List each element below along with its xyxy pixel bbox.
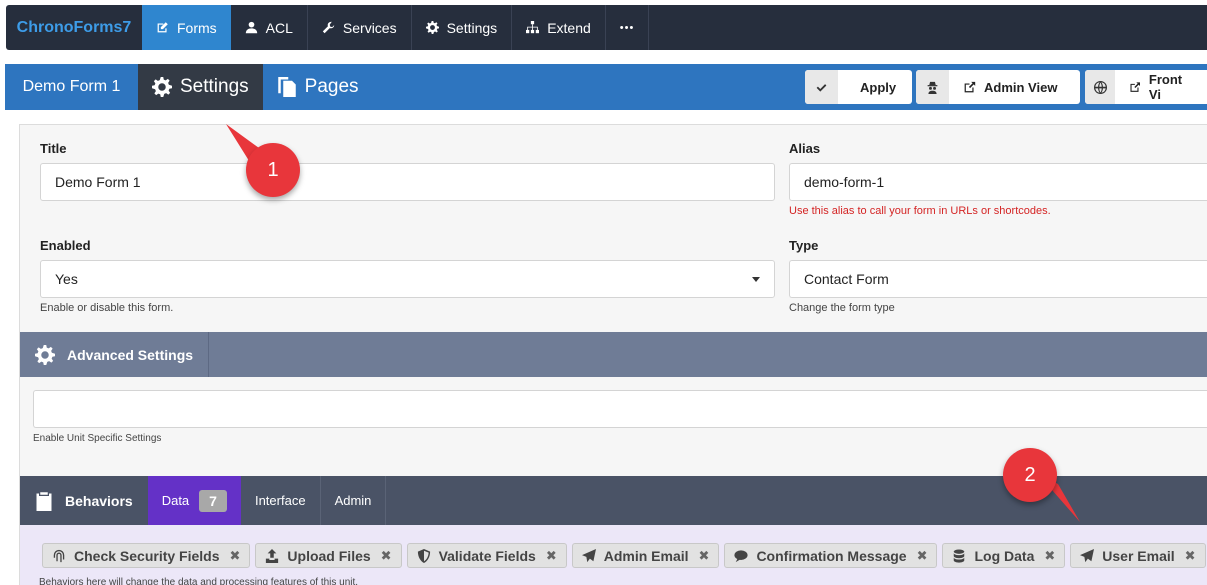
paper-plane-icon: [1080, 548, 1095, 562]
front-view-button-icon: [1085, 70, 1116, 104]
paper-plane-icon: [581, 548, 596, 562]
upload-icon: [266, 548, 279, 563]
enabled-select[interactable]: Yes: [40, 260, 775, 298]
shield-icon: [417, 548, 430, 563]
title-label: Title: [40, 141, 67, 156]
behavior-tag-upload-files[interactable]: Upload Files ✖: [255, 543, 402, 568]
unit-settings-input[interactable]: [33, 390, 1207, 428]
enabled-label: Enabled: [40, 238, 91, 253]
type-label: Type: [789, 238, 819, 253]
admin-view-button-icon: [916, 70, 949, 104]
tab-interface[interactable]: Interface: [241, 476, 321, 525]
tab-label: Pages: [304, 76, 359, 97]
behavior-tag-confirmation-message[interactable]: Confirmation Message ✖: [724, 543, 938, 568]
edit-icon: [157, 22, 168, 33]
nav-more-button[interactable]: •••: [606, 5, 650, 50]
title-input[interactable]: Demo Form 1: [40, 163, 775, 201]
tab-admin[interactable]: Admin: [321, 476, 387, 525]
behavior-tag-admin-email[interactable]: Admin Email ✖: [571, 543, 720, 568]
form-name: Demo Form 1: [22, 78, 121, 95]
alias-input[interactable]: demo-form-1: [789, 163, 1207, 201]
nav-item-label: ACL: [265, 19, 293, 36]
comment-icon: [734, 549, 748, 562]
type-help: Change the form type: [789, 302, 895, 314]
alias-label: Alias: [789, 141, 821, 156]
tab-data[interactable]: Data 7: [147, 476, 241, 525]
callout-2: 2: [1003, 448, 1057, 502]
remove-icon[interactable]: ✖: [546, 548, 557, 564]
apply-button[interactable]: Apply: [805, 70, 912, 104]
external-link-icon: [1130, 81, 1141, 92]
advanced-settings-header: Advanced Settings: [20, 332, 1207, 377]
remove-icon[interactable]: ✖: [230, 548, 241, 564]
nav-item-label: Settings: [446, 19, 498, 36]
brand-logo[interactable]: ChronoForms7: [6, 5, 142, 50]
remove-icon[interactable]: ✖: [1044, 548, 1055, 564]
callout-1: 1: [246, 143, 300, 197]
remove-icon[interactable]: ✖: [381, 548, 392, 564]
behaviors-help: Behaviors here will change the data and …: [39, 577, 359, 585]
gear-icon: [152, 77, 172, 97]
enabled-help: Enable or disable this form.: [40, 302, 174, 314]
apply-button-icon: [805, 70, 838, 104]
remove-icon[interactable]: ✖: [1185, 548, 1196, 564]
remove-icon[interactable]: ✖: [699, 548, 710, 564]
user-secret-icon: [927, 81, 938, 94]
type-select[interactable]: Contact Form: [789, 260, 1207, 298]
tab-label: Settings: [180, 76, 249, 97]
globe-icon: [1093, 80, 1107, 94]
nav-item-settings[interactable]: Settings: [412, 5, 513, 50]
behaviors-body: Check Security Fields ✖ Upload Files ✖ V…: [20, 525, 1207, 585]
chevron-down-icon: [752, 277, 760, 282]
unit-settings-help: Enable Unit Specific Settings: [33, 433, 162, 444]
nav-item-acl[interactable]: ACL: [231, 5, 308, 50]
behavior-tag-check-security-fields[interactable]: Check Security Fields ✖: [42, 543, 251, 568]
data-count-badge: 7: [199, 489, 227, 512]
tab-pages[interactable]: Pages: [263, 64, 373, 110]
admin-view-button[interactable]: Admin View: [916, 70, 1080, 104]
top-navbar: ChronoForms7 Forms ACL Services Settings…: [6, 5, 1207, 50]
gear-icon: [35, 344, 55, 365]
front-view-button[interactable]: Front Vi: [1085, 70, 1207, 104]
behavior-tag-list: Check Security Fields ✖ Upload Files ✖ V…: [42, 543, 1206, 568]
nav-item-label: Extend: [547, 19, 591, 36]
nav-item-forms[interactable]: Forms: [142, 5, 231, 50]
copy-icon: [277, 77, 296, 97]
nav-item-label: Forms: [177, 19, 217, 36]
nav-item-services[interactable]: Services: [308, 5, 412, 50]
wrench-icon: [322, 21, 335, 34]
apply-button-label: Apply: [860, 79, 897, 95]
check-icon: [816, 83, 827, 92]
behavior-tag-validate-fields[interactable]: Validate Fields ✖: [406, 543, 567, 568]
clipboard-icon: [36, 491, 52, 511]
nav-item-label: Services: [342, 19, 397, 36]
advanced-settings-title[interactable]: Advanced Settings: [20, 332, 210, 377]
database-icon: [954, 548, 965, 563]
nav-item-extend[interactable]: Extend: [512, 5, 606, 50]
behavior-tag-log-data[interactable]: Log Data ✖: [942, 543, 1066, 568]
behavior-tag-user-email[interactable]: User Email ✖: [1070, 543, 1206, 568]
remove-icon[interactable]: ✖: [917, 548, 928, 564]
behaviors-title: Behaviors: [20, 476, 148, 525]
gear-icon: [425, 21, 439, 34]
sitemap-icon: [526, 21, 540, 34]
front-view-button-label: Front Vi: [1115, 70, 1207, 104]
alias-help: Use this alias to call your form in URLs…: [789, 205, 1051, 217]
admin-view-button-label: Admin View: [949, 70, 1071, 104]
fingerprint-icon: [53, 549, 65, 562]
external-link-icon: [964, 81, 976, 92]
tab-settings[interactable]: Settings: [138, 64, 263, 110]
user-icon: [245, 21, 257, 34]
more-icon: •••: [619, 21, 635, 34]
